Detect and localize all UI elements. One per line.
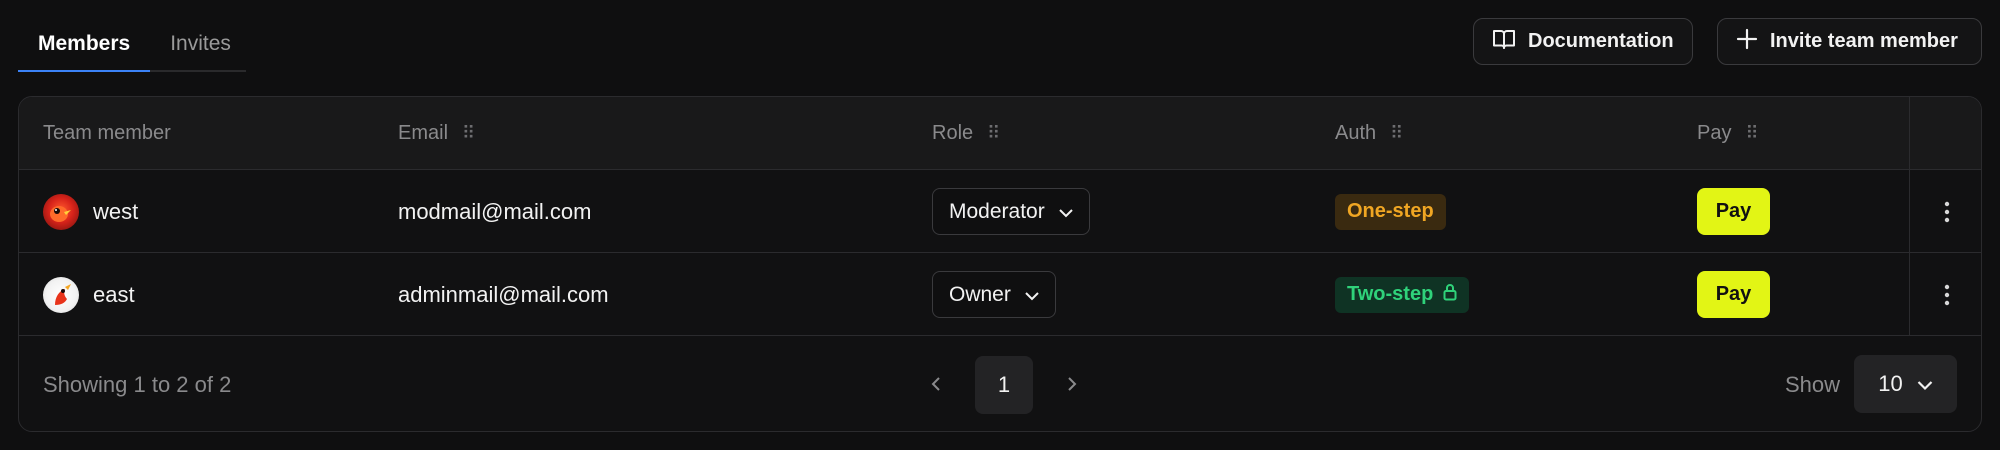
header-role[interactable]: Role ⠿ [932, 97, 1000, 170]
plus-icon [1736, 28, 1758, 56]
auth-cell: One-step [1335, 170, 1446, 253]
invite-label: Invite team member [1770, 30, 1958, 52]
email-cell: adminmail@mail.com [398, 281, 609, 307]
table-row: west modmail@mail.com Moderator One-step… [19, 170, 1981, 253]
invite-team-member-button[interactable]: Invite team member [1717, 18, 1982, 65]
avatar [43, 276, 79, 313]
drag-handle-icon[interactable]: ⠿ [462, 123, 475, 144]
page-1-button[interactable]: 1 [975, 355, 1033, 414]
show-label: Show [1785, 371, 1841, 397]
drag-handle-icon[interactable]: ⠿ [1745, 123, 1758, 144]
auth-badge: One-step [1335, 193, 1446, 230]
pagination: 1 [931, 336, 1077, 431]
role-select[interactable]: Owner [932, 271, 1056, 318]
drag-handle-icon[interactable]: ⠿ [1390, 123, 1403, 144]
chevron-right-icon[interactable] [1067, 372, 1077, 398]
member-name: east [93, 281, 135, 307]
email-cell: modmail@mail.com [398, 198, 592, 224]
chevron-down-icon [1025, 283, 1039, 307]
chevron-left-icon[interactable] [931, 372, 941, 398]
chevron-down-icon [1059, 200, 1073, 224]
table-header: Team member Email ⠿ Role ⠿ Auth ⠿ Pay ⠿ [19, 97, 1981, 170]
auth-cell: Two-step [1335, 253, 1470, 336]
row-menu-icon[interactable] [1910, 253, 1981, 336]
member-name: west [93, 198, 139, 224]
header-pay[interactable]: Pay ⠿ [1697, 97, 1759, 170]
pay-cell: Pay [1697, 170, 1770, 253]
table-footer: Showing 1 to 2 of 2 1 Show 10 [19, 336, 1981, 431]
tab-members[interactable]: Members [18, 18, 151, 72]
members-table: Team member Email ⠿ Role ⠿ Auth ⠿ Pay ⠿ [18, 96, 1982, 432]
lock-icon [1443, 283, 1457, 307]
role-cell: Moderator [932, 170, 1090, 253]
auth-badge: Two-step [1335, 276, 1470, 313]
tab-bar: Members Invites [18, 18, 246, 72]
book-icon [1492, 28, 1516, 56]
page-size-select[interactable]: 10 [1854, 355, 1957, 413]
pay-cell: Pay [1697, 253, 1770, 336]
showing-count: Showing 1 to 2 of 2 [43, 371, 232, 397]
documentation-button[interactable]: Documentation [1473, 18, 1693, 65]
table-row: east adminmail@mail.com Owner Two-step P… [19, 253, 1981, 336]
pay-button[interactable]: Pay [1697, 188, 1770, 235]
role-cell: Owner [932, 253, 1056, 336]
header-team-member: Team member [43, 122, 171, 144]
header-email[interactable]: Email ⠿ [398, 97, 475, 170]
pay-button[interactable]: Pay [1697, 271, 1770, 318]
role-select[interactable]: Moderator [932, 188, 1090, 235]
header-auth[interactable]: Auth ⠿ [1335, 97, 1403, 170]
documentation-label: Documentation [1528, 30, 1674, 52]
tab-invites[interactable]: Invites [150, 18, 251, 70]
chevron-down-icon [1917, 371, 1933, 397]
members-page: Members Invites Documentation Invite tea… [0, 0, 2000, 450]
drag-handle-icon[interactable]: ⠿ [987, 123, 1000, 144]
avatar [43, 193, 79, 230]
member-cell: west [43, 170, 138, 253]
row-menu-icon[interactable] [1910, 170, 1981, 253]
member-cell: east [43, 253, 135, 336]
